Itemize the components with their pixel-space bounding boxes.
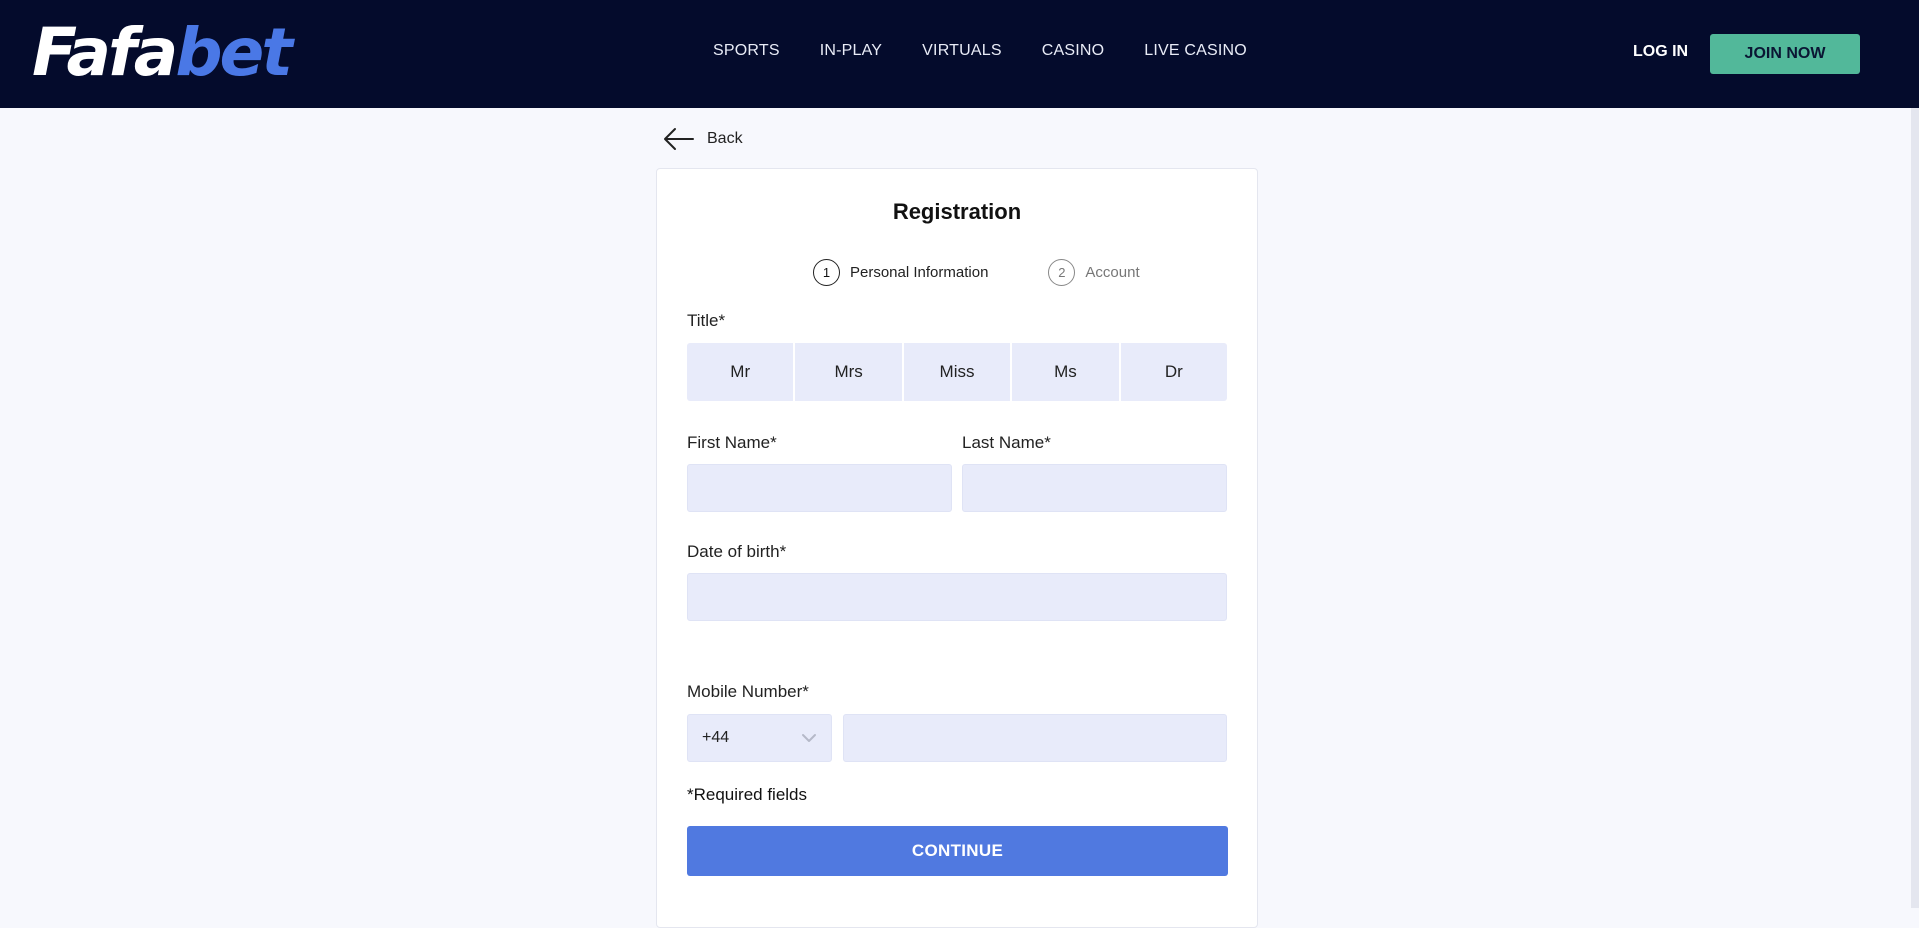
nav-in-play[interactable]: IN-PLAY: [820, 42, 882, 60]
first-name-field[interactable]: [687, 464, 952, 512]
step-number: 2: [1048, 259, 1076, 286]
nav-live-casino[interactable]: LIVE CASINO: [1144, 42, 1247, 60]
back-link[interactable]: Back: [663, 126, 743, 152]
title-option-miss[interactable]: Miss: [903, 343, 1011, 401]
logo-text-white: Fafa: [32, 14, 178, 91]
step-label: Personal Information: [850, 264, 989, 281]
join-now-button[interactable]: JOIN NOW: [1710, 34, 1860, 74]
title-option-ms[interactable]: Ms: [1012, 343, 1119, 401]
fafabet-logo[interactable]: Fafa bet: [32, 14, 293, 91]
continue-button[interactable]: CONTINUE: [687, 826, 1228, 876]
last-name-label: Last Name*: [962, 433, 1051, 452]
required-fields-note: *Required fields: [687, 785, 808, 804]
nav-sports[interactable]: SPORTS: [713, 42, 780, 60]
last-name-field[interactable]: [962, 464, 1227, 512]
step-personal-information: 1 Personal Information: [813, 259, 988, 286]
step-number: 1: [813, 259, 840, 286]
nav-casino[interactable]: CASINO: [1042, 42, 1105, 60]
site-header: Fafa bet SPORTS IN-PLAY VIRTUALS CASINO L…: [0, 0, 1919, 108]
mobile-number-field[interactable]: [843, 714, 1227, 762]
country-code-select[interactable]: +44: [687, 714, 832, 762]
login-button[interactable]: LOG IN: [1633, 43, 1688, 61]
title-option-mr[interactable]: Mr: [687, 343, 794, 401]
mobile-label: Mobile Number*: [687, 682, 809, 701]
dob-label: Date of birth*: [687, 542, 787, 561]
registration-card: Registration 1 Personal Information 2 Ac…: [656, 168, 1258, 928]
back-label: Back: [707, 130, 743, 147]
step-label: Account: [1085, 264, 1140, 281]
nav-virtuals[interactable]: VIRTUALS: [922, 42, 1002, 60]
page-scrollbar[interactable]: [1911, 108, 1919, 908]
dob-field[interactable]: [687, 573, 1227, 621]
first-name-label: First Name*: [687, 433, 777, 452]
step-account: 2 Account: [1048, 259, 1140, 286]
registration-steps: 1 Personal Information 2 Account: [813, 259, 1200, 286]
title-option-mrs[interactable]: Mrs: [795, 343, 902, 401]
title-label: Title*: [687, 311, 726, 330]
chevron-down-icon: [802, 734, 816, 742]
country-code-value: +44: [702, 729, 730, 746]
main-nav: SPORTS IN-PLAY VIRTUALS CASINO LIVE CASI…: [713, 42, 1287, 60]
title-selector: Mr Mrs Miss Ms Dr: [687, 343, 1228, 401]
page-title: Registration: [892, 199, 1022, 224]
logo-text-blue: bet: [175, 14, 293, 91]
arrow-left-icon: [664, 128, 694, 150]
title-option-dr[interactable]: Dr: [1120, 343, 1228, 401]
